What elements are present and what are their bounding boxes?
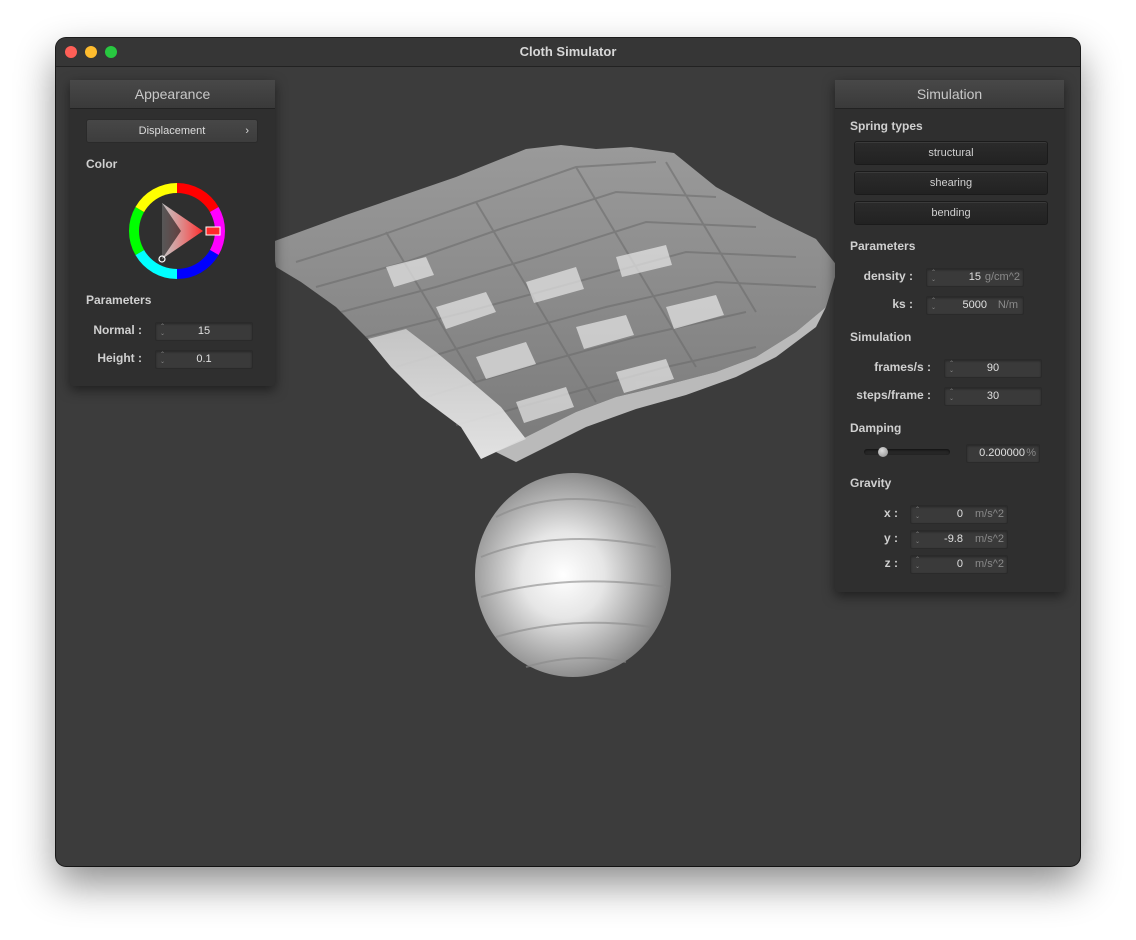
window-title: Cloth Simulator [519, 44, 617, 59]
sim-parameters-label: Parameters [850, 239, 916, 253]
chevron-right-icon: › [245, 125, 249, 137]
stepper-icon[interactable]: ⌃ ⌄ [914, 532, 921, 546]
stepper-icon[interactable]: ⌃ ⌄ [930, 298, 937, 312]
simulation-section-label: Simulation [850, 330, 912, 344]
ks-label: ks : [892, 297, 913, 311]
color-wheel-picker[interactable] [129, 183, 225, 279]
appearance-parameters-label: Parameters [86, 293, 152, 307]
color-section-label: Color [86, 157, 118, 171]
appearance-panel: Appearance Displacement › Color Paramete… [70, 80, 275, 386]
shader-select-label: Displacement [138, 125, 206, 137]
gravity-y-label: y : [883, 531, 898, 545]
height-label: Height : [97, 351, 142, 365]
damping-slider[interactable] [864, 449, 950, 455]
steps-per-frame-label: steps/frame : [856, 388, 931, 402]
structural-toggle-button[interactable]: structural [854, 141, 1048, 165]
gravity-x-input[interactable]: ⌃ ⌄ 0 m/s^2 [910, 505, 1008, 524]
appearance-panel-title[interactable]: Appearance [70, 80, 275, 109]
gravity-y-unit: m/s^2 [975, 533, 1004, 545]
density-input[interactable]: ⌃ ⌄ 15 g/cm^2 [926, 268, 1024, 287]
shader-select-button[interactable]: Displacement › [86, 119, 258, 143]
title-bar[interactable]: Cloth Simulator [56, 38, 1080, 67]
normal-input[interactable]: ⌃ ⌄ 15 [155, 322, 253, 341]
collision-sphere [475, 473, 671, 677]
ks-unit: N/m [997, 299, 1018, 311]
ks-input[interactable]: ⌃ ⌄ 5000 N/m [926, 296, 1024, 315]
hue-selector-handle[interactable] [205, 226, 221, 236]
damping-slider-thumb[interactable] [877, 447, 888, 457]
simulation-panel: Simulation Spring types structural shear… [835, 80, 1064, 592]
gravity-x-label: x : [883, 506, 898, 520]
gravity-z-unit: m/s^2 [975, 558, 1004, 570]
fps-label: frames/s : [874, 360, 931, 374]
gravity-y-input[interactable]: ⌃ ⌄ -9.8 m/s^2 [910, 530, 1008, 549]
damping-label: Damping [850, 421, 902, 435]
cloth-mesh [272, 145, 838, 462]
normal-label: Normal : [93, 323, 142, 337]
damping-input[interactable]: 0.200000 % [966, 444, 1040, 463]
steps-per-frame-input[interactable]: ⌃ ⌄ 30 [944, 387, 1042, 406]
shearing-toggle-button[interactable]: shearing [854, 171, 1048, 195]
damping-unit: % [1026, 447, 1036, 459]
gravity-z-label: z : [884, 556, 898, 570]
gravity-label: Gravity [850, 476, 892, 490]
spring-types-label: Spring types [850, 119, 923, 133]
app-window: Cloth Simulator Appearance Displacement … [56, 38, 1080, 866]
stepper-icon[interactable]: ⌃ ⌄ [914, 507, 921, 521]
simulation-panel-title[interactable]: Simulation [835, 80, 1064, 109]
bending-toggle-button[interactable]: bending [854, 201, 1048, 225]
stepper-icon[interactable]: ⌃ ⌄ [914, 557, 921, 571]
stepper-icon[interactable]: ⌃ ⌄ [930, 270, 937, 284]
density-label: density : [863, 269, 913, 283]
height-input[interactable]: ⌃ ⌄ 0.1 [155, 350, 253, 369]
gravity-x-unit: m/s^2 [975, 508, 1004, 520]
gravity-z-input[interactable]: ⌃ ⌄ 0 m/s^2 [910, 555, 1008, 574]
3d-viewport[interactable]: Appearance Displacement › Color Paramete… [56, 67, 1080, 866]
density-unit: g/cm^2 [984, 271, 1020, 283]
fps-input[interactable]: ⌃ ⌄ 90 [944, 359, 1042, 378]
sphere-body [475, 473, 671, 677]
